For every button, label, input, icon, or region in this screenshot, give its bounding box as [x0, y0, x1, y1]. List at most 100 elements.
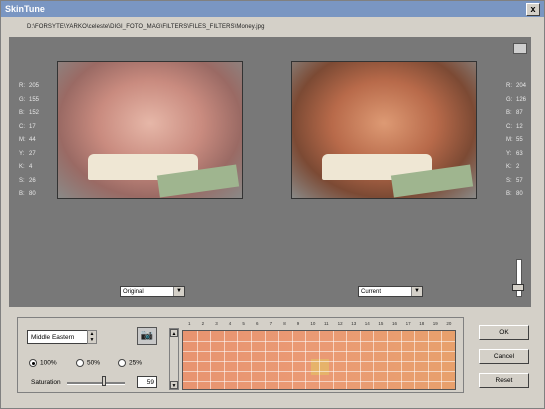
title-bar: SkinTune x [1, 1, 544, 17]
color-channel-value: 27 [29, 150, 36, 157]
reset-button[interactable]: Reset [479, 373, 529, 388]
camera-icon: 📷 [140, 330, 154, 341]
grid-column-label: 8 [283, 321, 286, 326]
ok-button[interactable]: OK [479, 325, 529, 340]
grid-column-label: 2 [201, 321, 205, 326]
color-value-row: R: 204 [506, 80, 526, 94]
radio-50[interactable]: 50% [76, 359, 100, 367]
skin-type-value: Middle Eastern [31, 334, 75, 341]
color-value-row: C: 17 [19, 121, 39, 135]
original-image [57, 61, 243, 199]
grid-column-label: 11 [324, 321, 329, 326]
scroll-up-icon[interactable]: ▲ [170, 329, 178, 337]
chevron-down-icon: ▼ [411, 287, 422, 296]
chevron-down-icon: ▼ [173, 287, 184, 296]
color-channel-value: 2 [516, 164, 520, 170]
color-value-row: B: 80 [506, 188, 526, 202]
radio-label: 25% [129, 359, 143, 367]
color-value-row: S: 57 [506, 175, 526, 189]
color-channel-label: S: [19, 177, 25, 184]
grid-column-label: 3 [215, 321, 218, 326]
grid-column-label: 7 [269, 321, 273, 326]
current-image [291, 61, 477, 199]
color-channel-value: 63 [516, 150, 523, 157]
grid-column-label: 16 [392, 321, 398, 326]
camera-button[interactable]: 📷 [137, 327, 157, 345]
current-color-values: R: 204 G: 126 B: 87 C: 12 M: 55 Y: 63 K: 2 S: 57 B: 80 [506, 80, 526, 202]
skin-type-spinner[interactable]: ▲ ▼ [87, 330, 97, 344]
color-channel-label: B: [19, 110, 25, 116]
radio-label: 100% [40, 359, 57, 367]
color-channel-label: K: [506, 164, 512, 170]
grid-column-label: 18 [419, 321, 425, 326]
color-value-row: Y: 27 [19, 148, 39, 162]
radio-dot [29, 359, 37, 367]
left-view-select[interactable]: Original ▼ [120, 286, 185, 297]
color-value-row: C: 12 [506, 121, 526, 135]
color-channel-label: M: [19, 137, 26, 143]
color-value-row: S: 26 [19, 175, 39, 189]
color-channel-label: R: [506, 83, 512, 89]
grid-column-label: 13 [351, 321, 357, 326]
grid-column-labels: 1 2 3 4 5 6 7 8 9 10 11 12 13 14 15 16 17 18 19 20 [184, 321, 456, 329]
grid-column-label: 9 [296, 321, 300, 326]
grid-column-label: 20 [446, 321, 452, 326]
color-value-row: M: 55 [506, 134, 526, 148]
grid-scrollbar[interactable]: ▲ ▼ [169, 328, 179, 390]
vertical-slider-track[interactable] [516, 259, 522, 297]
left-view-value: Original [123, 289, 144, 295]
color-channel-label: G: [506, 96, 513, 103]
color-value-row: B: 80 [19, 188, 39, 202]
grid-column-label: 14 [364, 321, 370, 326]
vertical-slider-thumb[interactable] [512, 284, 524, 291]
grid-line [183, 381, 455, 382]
window-title: SkinTune [5, 4, 45, 14]
grid-column-label: 12 [337, 321, 343, 326]
color-channel-label: M: [506, 137, 513, 143]
color-value-row: K: 2 [506, 161, 526, 175]
color-channel-value: 26 [29, 177, 36, 184]
color-value-row: G: 126 [506, 94, 526, 108]
skin-tone-grid[interactable] [182, 330, 456, 390]
color-channel-value: 126 [516, 96, 527, 103]
radio-label: 50% [87, 359, 101, 367]
color-channel-value: 204 [516, 83, 527, 89]
grid-column-label: 10 [310, 321, 316, 326]
color-channel-value: 80 [516, 191, 523, 197]
grid-column-label: 19 [432, 321, 438, 326]
radio-25[interactable]: 25% [118, 359, 142, 367]
color-value-row: G: 155 [19, 94, 39, 108]
color-channel-label: K: [19, 164, 25, 170]
color-channel-label: B: [19, 191, 25, 197]
radio-100[interactable]: 100% [29, 359, 57, 367]
file-path: D:\FORSYTE\YARKO\celeste\DIGI_FOTO_MAG\F… [27, 24, 265, 30]
color-channel-value: 12 [516, 123, 523, 130]
grid-column-label: 4 [228, 321, 232, 326]
saturation-slider-thumb[interactable] [102, 376, 106, 386]
right-view-select[interactable]: Current ▼ [358, 286, 423, 297]
color-channel-value: 17 [29, 123, 36, 130]
grid-line [183, 341, 455, 342]
color-channel-label: Y: [506, 150, 512, 157]
color-channel-value: 44 [29, 137, 36, 143]
color-channel-value: 55 [516, 137, 523, 143]
saturation-slider-track[interactable] [67, 382, 125, 385]
skintune-dialog: SkinTune x D:\FORSYTE\YARKO\celeste\DIGI… [0, 0, 545, 409]
camera-icon[interactable] [513, 43, 527, 54]
radio-dot [118, 359, 126, 367]
scroll-down-icon[interactable]: ▼ [170, 381, 178, 389]
right-view-value: Current [361, 289, 382, 295]
close-button[interactable]: x [526, 3, 540, 16]
grid-column-label: 1 [188, 321, 191, 326]
color-value-row: R: 205 [19, 80, 39, 94]
cancel-button[interactable]: Cancel [479, 349, 529, 364]
color-value-row: B: 87 [506, 107, 526, 121]
color-channel-label: C: [19, 123, 25, 130]
color-value-row: K: 4 [19, 161, 39, 175]
grid-line [183, 371, 455, 372]
color-channel-label: C: [506, 123, 512, 130]
grid-column-label: 6 [256, 321, 259, 326]
saturation-value-field[interactable]: 59 [137, 376, 157, 388]
grid-column-label: 5 [242, 321, 245, 326]
original-color-values: R: 205 G: 155 B: 152 C: 17 M: 44 Y: 27 K: 4 S: 26 B: 80 [19, 80, 39, 202]
